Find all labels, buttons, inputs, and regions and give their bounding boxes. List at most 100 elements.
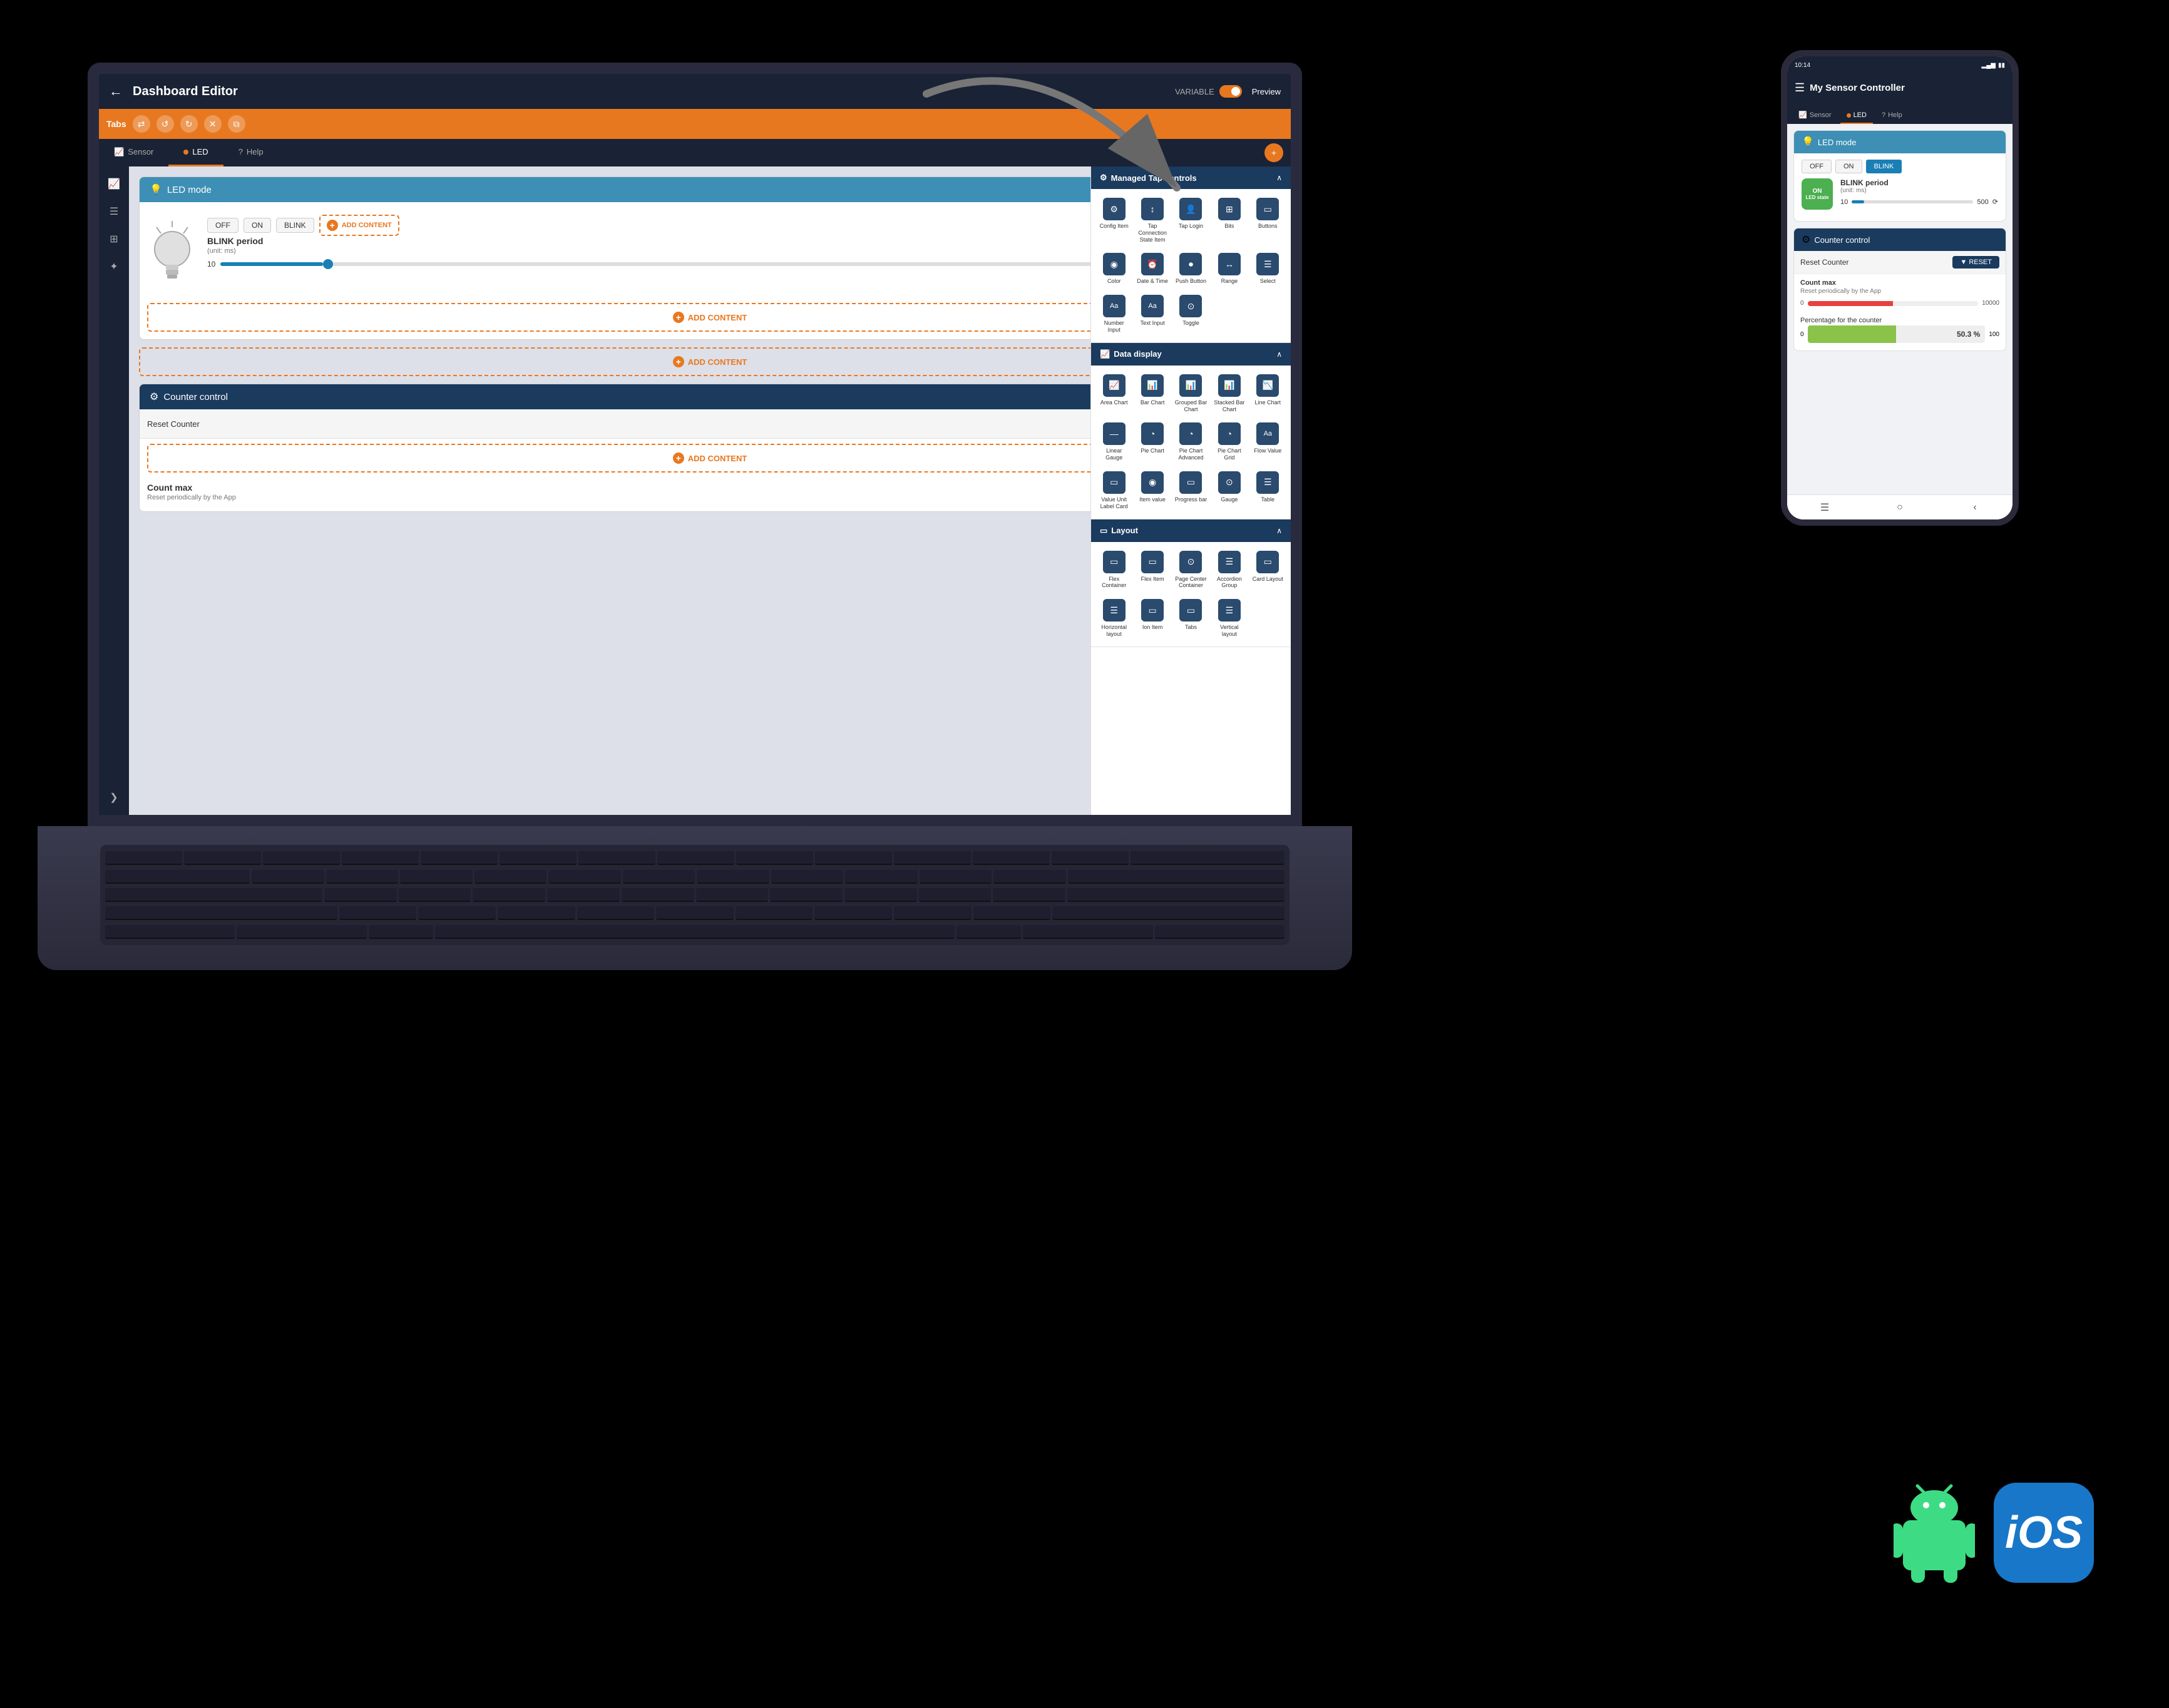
key [657, 851, 734, 865]
key [473, 888, 545, 902]
off-button[interactable]: OFF [207, 218, 238, 233]
accordion-group-item[interactable]: ☰ Accordion Group [1211, 547, 1247, 593]
value-unit-item[interactable]: ▭ Value Unit Label Card [1096, 468, 1132, 514]
flex-container-item[interactable]: ▭ Flex Container [1096, 547, 1132, 593]
platform-badges: iOS [1894, 1483, 2094, 1583]
select-item[interactable]: ☰ Select [1250, 249, 1286, 289]
number-input-item[interactable]: Aa Number Input [1096, 291, 1132, 337]
on-button[interactable]: ON [244, 218, 271, 233]
phone-off-btn[interactable]: OFF [1802, 160, 1832, 173]
tab-led[interactable]: LED [168, 139, 223, 166]
line-chart-item[interactable]: 📉 Line Chart [1250, 371, 1286, 417]
sidebar-stack-icon[interactable]: ⊞ [104, 229, 124, 249]
key [326, 870, 399, 884]
stacked-bar-chart-label: Stacked Bar Chart [1213, 399, 1246, 413]
toggle-item[interactable]: ⊙ Toggle [1173, 291, 1209, 337]
flex-item-item[interactable]: ▭ Flex Item [1134, 547, 1170, 593]
sync-button[interactable]: ⇄ [133, 115, 150, 133]
horizontal-layout-item[interactable]: ☰ Horizontal layout [1096, 595, 1132, 642]
phone-blink-btn[interactable]: BLINK [1866, 160, 1902, 173]
blink-button[interactable]: BLINK [276, 218, 314, 233]
card-layout-item[interactable]: ▭ Card Layout [1250, 547, 1286, 593]
key [993, 888, 1065, 902]
phone-pct-label: Percentage for the counter [1800, 317, 1999, 324]
phone-nav-back[interactable]: ‹ [1967, 500, 1982, 515]
pie-chart-advanced-item[interactable]: ◔ Pie Chart Advanced [1173, 419, 1209, 465]
key-space [435, 925, 954, 939]
page-center-container-item[interactable]: ⊙ Page Center Container [1173, 547, 1209, 593]
phone-slider-track[interactable] [1852, 200, 1973, 203]
tab-settings-button[interactable]: + [1264, 143, 1283, 162]
phone-bezel: 10:14 ▂▄▆ ▮▮ ☰ My Sensor Controller 📈 Se… [1781, 50, 2019, 526]
phone-menu-icon[interactable]: ☰ [1795, 81, 1805, 95]
table-item[interactable]: ☰ Table [1250, 468, 1286, 514]
flow-value-item[interactable]: Aa Flow Value [1250, 419, 1286, 465]
item-value-item[interactable]: ◉ Item value [1134, 468, 1170, 514]
phone-nav-home[interactable]: ○ [1892, 500, 1907, 515]
back-button[interactable]: ← [109, 83, 123, 100]
area-chart-icon: 📈 [1103, 374, 1126, 397]
key-wider [105, 888, 322, 902]
tabs-layout-item[interactable]: ▭ Tabs [1173, 595, 1209, 642]
phone-tab-sensor[interactable]: 📈 Sensor [1792, 107, 1838, 124]
add-content-label-counter: ADD CONTENT [688, 454, 747, 463]
flex-container-icon: ▭ [1103, 551, 1126, 573]
delete-button[interactable]: ✕ [204, 115, 222, 133]
sidebar-chart-icon[interactable]: 📈 [104, 174, 124, 194]
add-content-inline[interactable]: + ADD CONTENT [319, 215, 399, 236]
linear-gauge-item[interactable]: — Linear Gauge [1096, 419, 1132, 465]
ion-item-item[interactable]: ▭ Ion Item [1134, 595, 1170, 642]
phone-reset-btn[interactable]: ▼ RESET [1952, 256, 1999, 268]
text-input-item[interactable]: Aa Text Input [1134, 291, 1170, 337]
phone-on-btn[interactable]: ON [1835, 160, 1862, 173]
buttons-item[interactable]: ▭ Buttons [1250, 194, 1286, 247]
phone-led-state-label: LED state [1806, 195, 1829, 200]
phone-blink-period: BLINK period (unit: ms) [1840, 178, 1998, 194]
redo-button[interactable]: ↻ [180, 115, 198, 133]
pie-chart-grid-item[interactable]: ◔ Pie Chart Grid [1211, 419, 1247, 465]
key-wider [1052, 906, 1284, 920]
card-layout-icon: ▭ [1256, 551, 1279, 573]
phone-tab-led[interactable]: LED [1840, 108, 1873, 124]
gauge-item[interactable]: ⊙ Gauge [1211, 468, 1247, 514]
help-tab-icon: ? [238, 147, 243, 156]
key [399, 888, 471, 902]
phone-nav-menu[interactable]: ☰ [1817, 500, 1832, 515]
data-display-section: 📈 Data display ∧ 📈 Area Chart [1091, 343, 1291, 519]
phone-screen: 10:14 ▂▄▆ ▮▮ ☰ My Sensor Controller 📈 Se… [1787, 56, 2013, 519]
tab-help[interactable]: ? Help [223, 139, 279, 166]
area-chart-item[interactable]: 📈 Area Chart [1096, 371, 1132, 417]
preview-button[interactable]: Preview [1252, 87, 1281, 96]
grouped-bar-chart-item[interactable]: 📊 Grouped Bar Chart [1173, 371, 1209, 417]
blink-slider-thumb[interactable] [323, 259, 333, 269]
tab-sensor[interactable]: 📈 Sensor [99, 139, 168, 166]
vertical-layout-item[interactable]: ☰ Vertical layout [1211, 595, 1247, 642]
layout-header[interactable]: ▭ Layout ∧ [1091, 519, 1291, 542]
data-display-header[interactable]: 📈 Data display ∧ [1091, 343, 1291, 366]
key [845, 870, 918, 884]
progress-bar-item[interactable]: ▭ Progress bar [1173, 468, 1209, 514]
undo-button[interactable]: ↺ [156, 115, 174, 133]
linear-gauge-icon: — [1103, 422, 1126, 445]
sidebar-layers-icon[interactable]: ☰ [104, 202, 124, 222]
pie-chart-item[interactable]: ◔ Pie Chart [1134, 419, 1170, 465]
copy-button[interactable]: ⧉ [228, 115, 245, 133]
editor-sidebar: 📈 ☰ ⊞ ✦ ❯ [99, 166, 129, 815]
phone-slider-stepper[interactable]: ⟳ [1992, 198, 1998, 206]
add-icon: + [327, 220, 338, 231]
add-content-label-main: ADD CONTENT [688, 357, 747, 367]
bar-chart-item[interactable]: 📊 Bar Chart [1134, 371, 1170, 417]
grouped-bar-chart-label: Grouped Bar Chart [1174, 399, 1208, 413]
flow-value-label: Flow Value [1254, 447, 1281, 454]
phone-device: 10:14 ▂▄▆ ▮▮ ☰ My Sensor Controller 📈 Se… [1781, 50, 2019, 526]
phone-tab-help[interactable]: ? Help [1875, 108, 1909, 124]
key [844, 888, 917, 902]
phone-range-min: 0 [1800, 300, 1804, 307]
tabs-layout-icon: ▭ [1179, 599, 1202, 621]
led-tab-dot [183, 150, 188, 155]
key [973, 906, 1051, 920]
phone-status-icons: ▂▄▆ ▮▮ [1982, 62, 2005, 69]
stacked-bar-chart-item[interactable]: 📊 Stacked Bar Chart [1211, 371, 1247, 417]
sidebar-puzzle-icon[interactable]: ✦ [104, 257, 124, 277]
sidebar-expand-icon[interactable]: ❯ [104, 787, 124, 807]
